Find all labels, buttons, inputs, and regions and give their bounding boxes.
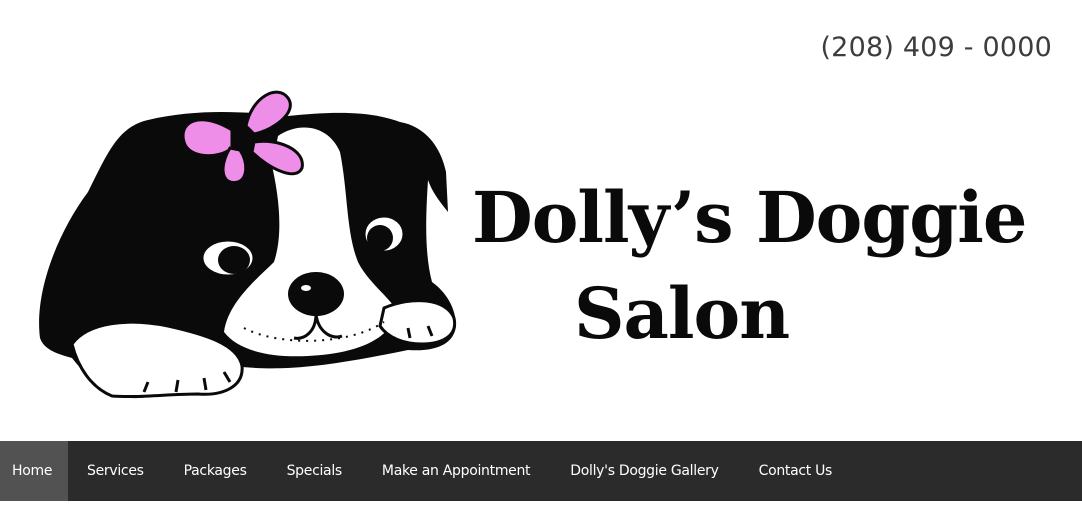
page-content-area (0, 501, 1082, 522)
nav-item-label: Make an Appointment (381, 463, 531, 479)
site-title-line2[interactable]: Salon (574, 272, 790, 355)
main-nav: Home Services Packages Specials Make an … (0, 441, 1082, 501)
nav-item-label: Contact Us (758, 463, 833, 479)
nav-item-specials[interactable]: Specials (267, 441, 362, 501)
site-header: (208) 409 - 0000 Dolly’s Doggie Salon (0, 0, 1082, 441)
nav-item-label: Dolly's Doggie Gallery (570, 463, 719, 479)
nav-item-label: Services (87, 463, 144, 479)
nav-item-services[interactable]: Services (68, 441, 164, 501)
phone-number[interactable]: (208) 409 - 0000 (820, 32, 1052, 63)
nav-item-label: Home (12, 463, 53, 479)
nav-item-home[interactable]: Home (0, 441, 68, 501)
nav-item-label: Packages (183, 463, 247, 479)
nav-item-contact-us[interactable]: Contact Us (739, 441, 852, 501)
site-title-line1[interactable]: Dolly’s Doggie (472, 176, 1027, 259)
nav-item-packages[interactable]: Packages (164, 441, 267, 501)
nav-item-label: Specials (286, 463, 343, 479)
dog-logo-icon[interactable] (28, 82, 460, 404)
nav-item-gallery[interactable]: Dolly's Doggie Gallery (550, 441, 738, 501)
nav-item-make-appointment[interactable]: Make an Appointment (362, 441, 550, 501)
